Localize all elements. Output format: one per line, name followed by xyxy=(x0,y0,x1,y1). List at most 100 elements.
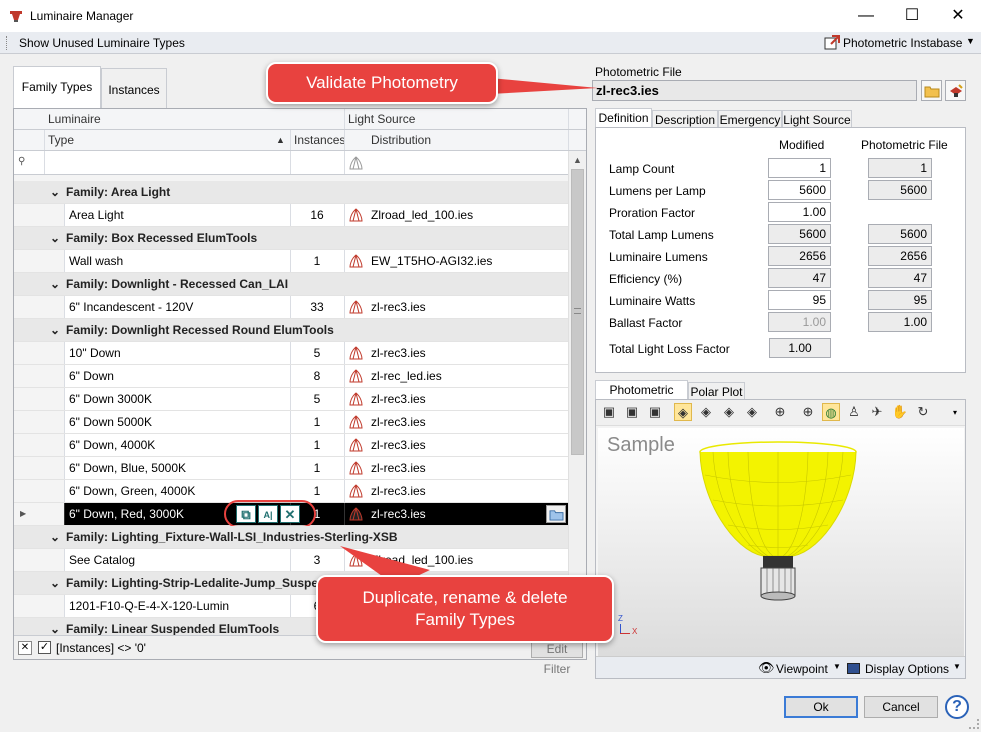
cancel-button[interactable]: Cancel xyxy=(864,696,938,718)
column-instances[interactable]: Instances xyxy=(294,130,344,150)
toolbar-overflow-icon[interactable]: ▾ xyxy=(953,408,957,417)
zoom-in-icon[interactable]: ⊕ xyxy=(799,403,817,421)
view-iso2-icon[interactable]: ◈ xyxy=(697,403,715,421)
viewer-canvas[interactable]: Sample Z X xyxy=(598,428,964,656)
view-iso4-icon[interactable]: ◈ xyxy=(743,403,761,421)
tab-definition[interactable]: Definition xyxy=(595,108,652,128)
minimize-button[interactable]: — xyxy=(843,0,889,32)
tab-family-types[interactable]: Family Types xyxy=(13,66,101,108)
help-icon[interactable]: ? xyxy=(945,695,969,719)
family-group-row[interactable]: ⌄ Family: Lighting_Fixture-Wall-LSI_Indus… xyxy=(14,526,568,549)
photometric-file-label: Photometric File xyxy=(595,65,682,79)
column-type[interactable]: Type xyxy=(48,130,278,150)
viewpoint-menu[interactable]: Viewpoint xyxy=(776,662,828,676)
lamp-distribution-icon xyxy=(349,392,363,406)
instances-cell: 8 xyxy=(313,369,321,383)
distribution-cell: zl-rec3.ies xyxy=(371,484,426,498)
lamp-count-label: Lamp Count xyxy=(609,162,675,176)
definition-panel: Modified Photometric File Lamp Count 1 1 Lu… xyxy=(595,127,966,373)
clear-filter-button[interactable]: ✕ xyxy=(18,641,32,655)
resize-grip[interactable] xyxy=(969,719,979,729)
view-iso1-icon[interactable]: ◈ xyxy=(674,403,692,421)
collapse-chevron-icon[interactable]: ⌄ xyxy=(50,181,62,203)
proration-factor-modified-field[interactable]: 1.00 xyxy=(768,202,831,222)
filter-enabled-checkbox[interactable]: ✓ xyxy=(38,641,51,654)
pan-hand-icon[interactable]: ✋ xyxy=(891,403,909,421)
funnel-icon[interactable]: ⚲ xyxy=(18,156,25,167)
table-row-selected[interactable]: ▶ 6" Down, Red, 3000K 1 zl-rec3.ies ⧉ A| ✕ xyxy=(14,500,568,528)
collapse-chevron-icon[interactable]: ⌄ xyxy=(50,618,62,635)
lamp-count-modified-field[interactable]: 1 xyxy=(768,158,831,178)
total-light-loss-factor-modified-field: 1.00 xyxy=(769,338,831,358)
col-photometric-header: Photometric File xyxy=(861,138,948,152)
rename-icon[interactable]: A| xyxy=(258,505,278,523)
filter-type-input[interactable] xyxy=(45,151,289,175)
validate-photometry-button[interactable] xyxy=(945,80,966,101)
table-row[interactable]: 10" Down 5 zl-rec3.ies xyxy=(14,342,568,365)
lumens-per-lamp-modified-field[interactable]: 5600 xyxy=(768,180,831,200)
open-folder-button[interactable] xyxy=(921,80,942,101)
collapse-chevron-icon[interactable]: ⌄ xyxy=(50,273,62,295)
chevron-down-icon[interactable]: ▼ xyxy=(833,662,841,671)
ballast-factor-label: Ballast Factor xyxy=(609,316,683,330)
family-group-row[interactable]: ⌄ Family: Downlight - Recessed Can_LAI xyxy=(14,273,568,296)
family-group-row[interactable]: ⌄ Family: Downlight Recessed Round ElumTo… xyxy=(14,319,568,342)
luminaire-watts-modified-field[interactable]: 95 xyxy=(768,290,831,310)
instances-cell: 1 xyxy=(313,415,321,429)
zoom-window-icon[interactable]: ⊕ xyxy=(771,403,789,421)
chevron-down-icon[interactable]: ▼ xyxy=(953,662,961,671)
view-side-icon[interactable]: ▣ xyxy=(646,403,664,421)
close-button[interactable]: ✕ xyxy=(935,0,981,32)
table-row[interactable]: 6" Down, Blue, 5000K 1 zl-rec3.ies xyxy=(14,457,568,480)
rotate-icon[interactable]: ↻ xyxy=(914,403,932,421)
type-cell: 6" Down 5000K xyxy=(69,415,152,429)
tab-photometric-web[interactable]: Photometric Web xyxy=(595,380,688,415)
sample-label: Sample xyxy=(607,434,675,456)
scroll-thumb[interactable] xyxy=(571,169,584,455)
table-row[interactable]: Wall wash 1 EW_1T5HO-AGI32.ies xyxy=(14,250,568,273)
collapse-chevron-icon[interactable]: ⌄ xyxy=(50,319,62,341)
walk-icon[interactable]: ♙ xyxy=(845,403,863,421)
distribution-cell: zl-rec3.ies xyxy=(371,300,426,314)
maximize-button[interactable]: ☐ xyxy=(889,0,935,32)
collapse-chevron-icon[interactable]: ⌄ xyxy=(50,526,62,548)
table-row[interactable]: 6" Down 8 zl-rec_led.ies xyxy=(14,365,568,388)
table-row[interactable]: 6" Down, 4000K 1 zl-rec3.ies xyxy=(14,434,568,457)
column-distribution[interactable]: Distribution xyxy=(371,130,551,150)
col-modified-header: Modified xyxy=(779,138,825,152)
ok-button[interactable]: Ok xyxy=(784,696,858,718)
table-row[interactable]: See Catalog 3 Zlroad_led_100.ies xyxy=(14,549,568,572)
family-group-row[interactable]: ⌄ Family: Box Recessed ElumTools xyxy=(14,227,568,250)
axis-z-label: Z xyxy=(618,614,623,623)
photometric-file-field[interactable]: zl-rec3.ies xyxy=(592,80,917,101)
fly-icon[interactable]: ✈ xyxy=(868,403,886,421)
delete-icon[interactable]: ✕ xyxy=(280,505,300,523)
family-group-row[interactable]: ⌄ Family: Area Light xyxy=(14,181,568,204)
viewer-panel: ▣ ▣ ▣ ◈ ◈ ◈ ◈ ⊕ ⊕ ◍ ♙ ✈ ✋ ↻ ▾ Sample Z X 👁 Viewpoint ▼ xyxy=(595,399,966,679)
collapse-chevron-icon[interactable]: ⌄ xyxy=(50,227,62,249)
family-group-label: Family: Area Light xyxy=(66,185,171,199)
ballast-factor-modified-field: 1.00 xyxy=(768,312,831,332)
type-cell: Wall wash xyxy=(69,254,124,268)
grid-scrollbar[interactable]: ▲ xyxy=(568,151,586,635)
group-luminaire: Luminaire xyxy=(48,112,101,126)
type-cell: 6" Down 3000K xyxy=(69,392,152,406)
globe-icon[interactable]: ◍ xyxy=(822,403,840,421)
grid-column-header: Type ▲ Instances Distribution xyxy=(14,130,586,151)
photometric-instabase-button[interactable]: Photometric Instabase xyxy=(843,36,962,50)
chevron-down-icon[interactable]: ▼ xyxy=(966,36,975,46)
instances-cell: 3 xyxy=(313,553,321,567)
view-iso3-icon[interactable]: ◈ xyxy=(720,403,738,421)
table-row[interactable]: Area Light 16 Zlroad_led_100.ies xyxy=(14,204,568,227)
table-row[interactable]: 6" Down 3000K 5 zl-rec3.ies xyxy=(14,388,568,411)
display-options-menu[interactable]: Display Options xyxy=(865,662,949,676)
view-front-icon[interactable]: ▣ xyxy=(623,403,641,421)
duplicate-icon[interactable]: ⧉ xyxy=(236,505,256,523)
scroll-up-arrow[interactable]: ▲ xyxy=(573,155,582,165)
browse-distribution-button[interactable] xyxy=(546,505,566,523)
view-top-icon[interactable]: ▣ xyxy=(600,403,618,421)
tab-instances[interactable]: Instances xyxy=(101,68,167,108)
collapse-chevron-icon[interactable]: ⌄ xyxy=(50,572,62,594)
table-row[interactable]: 6" Incandescent - 120V 33 zl-rec3.ies xyxy=(14,296,568,319)
table-row[interactable]: 6" Down 5000K 1 zl-rec3.ies xyxy=(14,411,568,434)
